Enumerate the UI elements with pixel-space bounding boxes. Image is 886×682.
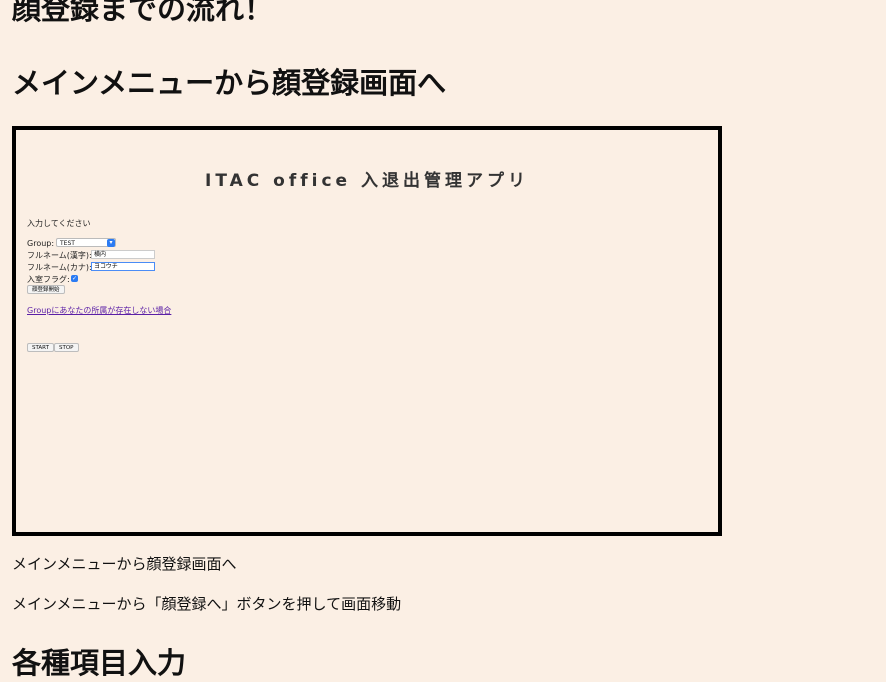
entry-flag-label: 入室フラグ: (27, 275, 70, 284)
caption-description: メインメニューから「顔登録へ」ボタンを押して画面移動 (12, 595, 402, 613)
page-heading: 顔登録までの流れ！ (12, 0, 274, 26)
group-select-value: TEST (60, 240, 75, 247)
entry-flag-checkbox[interactable]: ✓ (71, 275, 78, 282)
section-title-input: 各種項目入力 (12, 646, 187, 680)
input-prompt: 入力してください (27, 219, 91, 228)
section-title-main-menu: メインメニューから顔登録画面へ (12, 66, 447, 100)
screenshot-frame: ITAC office 入退出管理アプリ 入力してください Group: TES… (12, 126, 722, 536)
start-button[interactable]: START (27, 343, 54, 352)
kanji-name-field[interactable]: 横内 (91, 250, 155, 259)
chevron-down-icon: ▾ (107, 239, 115, 247)
group-select[interactable]: TEST ▾ (56, 238, 116, 247)
kana-label: フルネーム(カナ): (27, 263, 92, 272)
app-title: ITAC office 入退出管理アプリ (205, 171, 529, 191)
group-label: Group: (27, 239, 55, 248)
group-missing-link[interactable]: Groupにあなたの所属が存在しない場合 (27, 305, 171, 316)
register-face-button[interactable]: 顔登録開始 (27, 285, 65, 294)
kanji-label: フルネーム(漢字): (27, 251, 92, 260)
caption-screen-title: メインメニューから顔登録画面へ (12, 555, 237, 573)
kana-name-field[interactable]: ヨコウチ (91, 262, 155, 271)
stop-button[interactable]: STOP (54, 343, 79, 352)
